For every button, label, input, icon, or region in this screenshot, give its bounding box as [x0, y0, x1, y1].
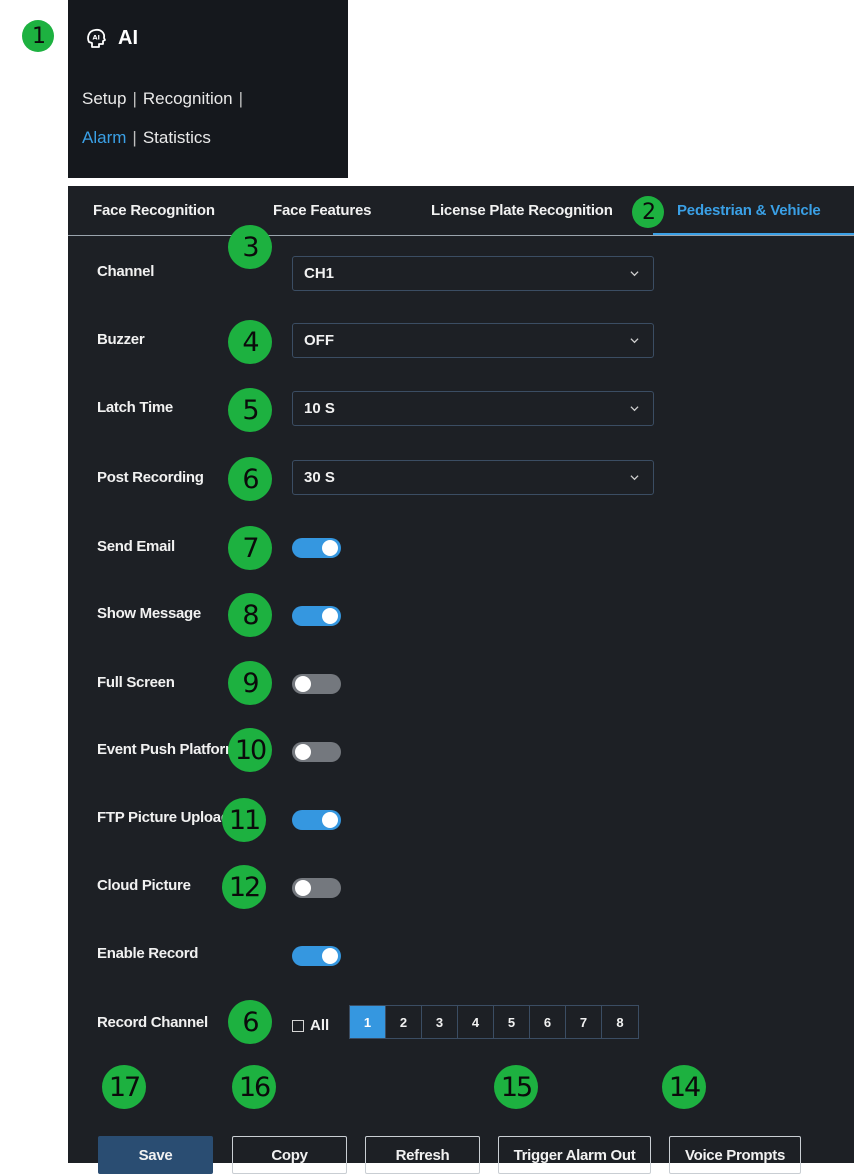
ai-head-icon: AI — [87, 28, 106, 48]
record-channel-cell[interactable]: 4 — [458, 1006, 494, 1038]
ftp-picture-upload-toggle[interactable] — [292, 810, 341, 830]
record-channel-label: Record Channel — [97, 1014, 208, 1031]
menu-row-2: Alarm | Statistics — [82, 128, 211, 148]
toggle-knob — [295, 744, 311, 760]
chevron-down-icon — [630, 475, 639, 481]
menu-item-statistics[interactable]: Statistics — [143, 128, 211, 147]
svg-text:AI: AI — [93, 34, 100, 42]
send-email-toggle[interactable] — [292, 538, 341, 558]
menu-separator: | — [238, 89, 244, 108]
channel-select[interactable]: CH1 — [292, 256, 654, 291]
record-all-checkbox[interactable] — [292, 1019, 304, 1032]
callout-badge-5: 5 — [228, 388, 272, 432]
latch-time-label: Latch Time — [97, 399, 173, 416]
tab-face-features[interactable]: Face Features — [273, 202, 371, 219]
menu-item-recognition[interactable]: Recognition — [143, 89, 233, 108]
latch-time-select[interactable]: 10 S — [292, 391, 654, 426]
show-message-label: Show Message — [97, 605, 201, 622]
ai-menu: AI AI Setup | Recognition | Alarm | Statistic… — [68, 0, 348, 178]
callout-badge-4: 4 — [228, 320, 272, 364]
callout-badge-12: 12 — [222, 865, 266, 909]
ai-title-text: AI — [118, 26, 138, 49]
chevron-down-icon — [630, 406, 639, 412]
callout-badge-3: 3 — [228, 225, 272, 269]
enable-record-toggle[interactable] — [292, 946, 341, 966]
menu-separator: | — [132, 89, 137, 108]
toggle-knob — [295, 880, 311, 896]
callout-badge-16: 16 — [232, 1065, 276, 1109]
latch-time-value: 10 S — [304, 400, 335, 417]
tab-pedestrian-vehicle[interactable]: Pedestrian & Vehicle — [677, 202, 821, 219]
callout-badge-1: 1 — [22, 20, 54, 52]
post-recording-label: Post Recording — [97, 469, 204, 486]
show-message-toggle[interactable] — [292, 606, 341, 626]
event-push-platform-toggle[interactable] — [292, 742, 341, 762]
ai-menu-title: AI AI — [84, 26, 138, 50]
tab-bar: Face Recognition Face Features License P… — [68, 186, 854, 236]
menu-item-alarm[interactable]: Alarm — [82, 128, 126, 147]
record-channel-cell[interactable]: 6 — [530, 1006, 566, 1038]
record-channel-cell[interactable]: 1 — [350, 1006, 386, 1038]
tab-face-recognition[interactable]: Face Recognition — [93, 202, 215, 219]
save-button[interactable]: Save — [98, 1136, 213, 1174]
active-tab-indicator — [653, 233, 854, 235]
menu-row-1: Setup | Recognition | — [82, 89, 249, 109]
callout-badge-6b: 6 — [228, 1000, 272, 1044]
callout-badge-15: 15 — [494, 1065, 538, 1109]
trigger-alarm-out-button[interactable]: Trigger Alarm Out — [498, 1136, 651, 1174]
channel-value: CH1 — [304, 265, 335, 282]
cloud-picture-label: Cloud Picture — [97, 877, 191, 894]
buzzer-value: OFF — [304, 332, 334, 349]
toggle-knob — [322, 540, 338, 556]
post-recording-select[interactable]: 30 S — [292, 460, 654, 495]
toggle-knob — [295, 676, 311, 692]
refresh-button[interactable]: Refresh — [365, 1136, 480, 1174]
record-all-label: All — [310, 1017, 330, 1034]
callout-badge-9: 9 — [228, 661, 272, 705]
chevron-down-icon — [630, 271, 639, 277]
post-recording-value: 30 S — [304, 469, 335, 486]
record-channel-grid: 1 2 3 4 5 6 7 8 — [349, 1005, 639, 1039]
alarm-settings-panel: Face Recognition Face Features License P… — [68, 186, 854, 1174]
callout-badge-8: 8 — [228, 593, 272, 637]
send-email-label: Send Email — [97, 538, 175, 555]
callout-badge-10: 10 — [228, 728, 272, 772]
callout-badge-6: 6 — [228, 457, 272, 501]
menu-separator: | — [132, 128, 137, 147]
menu-item-setup[interactable]: Setup — [82, 89, 126, 108]
copy-button[interactable]: Copy — [232, 1136, 347, 1174]
callout-badge-17: 17 — [102, 1065, 146, 1109]
callout-badge-14: 14 — [662, 1065, 706, 1109]
record-channel-cell[interactable]: 8 — [602, 1006, 638, 1038]
record-channel-cell[interactable]: 5 — [494, 1006, 530, 1038]
toggle-knob — [322, 948, 338, 964]
toggle-knob — [322, 812, 338, 828]
chevron-down-icon — [630, 338, 639, 344]
event-push-platform-label: Event Push Platform — [97, 741, 237, 758]
toggle-knob — [322, 608, 338, 624]
callout-badge-11: 11 — [222, 798, 266, 842]
full-screen-toggle[interactable] — [292, 674, 341, 694]
buzzer-label: Buzzer — [97, 331, 145, 348]
callout-badge-7: 7 — [228, 526, 272, 570]
record-channel-cell[interactable]: 7 — [566, 1006, 602, 1038]
record-all-checkbox-wrap[interactable]: All — [292, 1017, 329, 1034]
voice-prompts-button[interactable]: Voice Prompts — [669, 1136, 801, 1174]
record-channel-cell[interactable]: 3 — [422, 1006, 458, 1038]
enable-record-label: Enable Record — [97, 945, 199, 962]
cloud-picture-toggle[interactable] — [292, 878, 341, 898]
tab-license-plate-recognition[interactable]: License Plate Recognition — [431, 202, 624, 219]
full-screen-label: Full Screen — [97, 674, 175, 691]
ftp-picture-upload-label: FTP Picture Upload — [97, 809, 230, 826]
record-channel-cell[interactable]: 2 — [386, 1006, 422, 1038]
callout-badge-2: 2 — [632, 196, 664, 228]
buzzer-select[interactable]: OFF — [292, 323, 654, 358]
channel-label: Channel — [97, 263, 155, 280]
